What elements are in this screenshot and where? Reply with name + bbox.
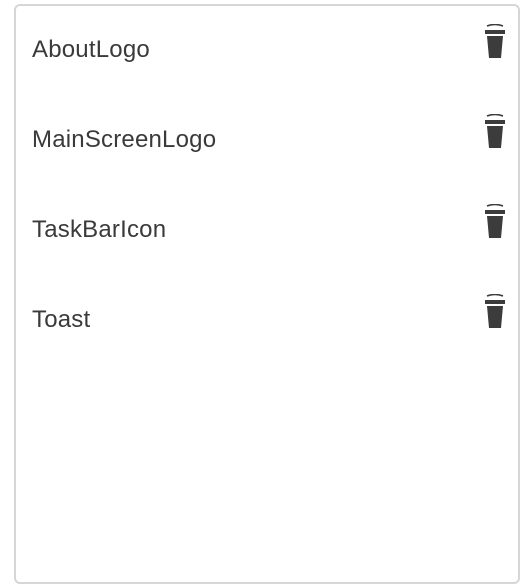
item-label: Toast (32, 306, 91, 333)
list-item[interactable]: Toast (16, 276, 518, 366)
list-item[interactable]: MainScreenLogo (16, 96, 518, 186)
delete-button[interactable] (482, 202, 508, 242)
trash-icon (485, 294, 505, 328)
asset-list-panel: AboutLogo MainScreenLogo TaskBarIcon Toa… (14, 4, 520, 584)
trash-icon (485, 204, 505, 238)
list-item[interactable]: TaskBarIcon (16, 186, 518, 276)
item-label: TaskBarIcon (32, 216, 167, 243)
delete-button[interactable] (482, 22, 508, 62)
item-label: MainScreenLogo (32, 126, 217, 153)
delete-button[interactable] (482, 112, 508, 152)
delete-button[interactable] (482, 292, 508, 332)
trash-icon (485, 114, 505, 148)
list-item[interactable]: AboutLogo (16, 6, 518, 96)
trash-icon (485, 24, 505, 58)
item-label: AboutLogo (32, 36, 150, 63)
